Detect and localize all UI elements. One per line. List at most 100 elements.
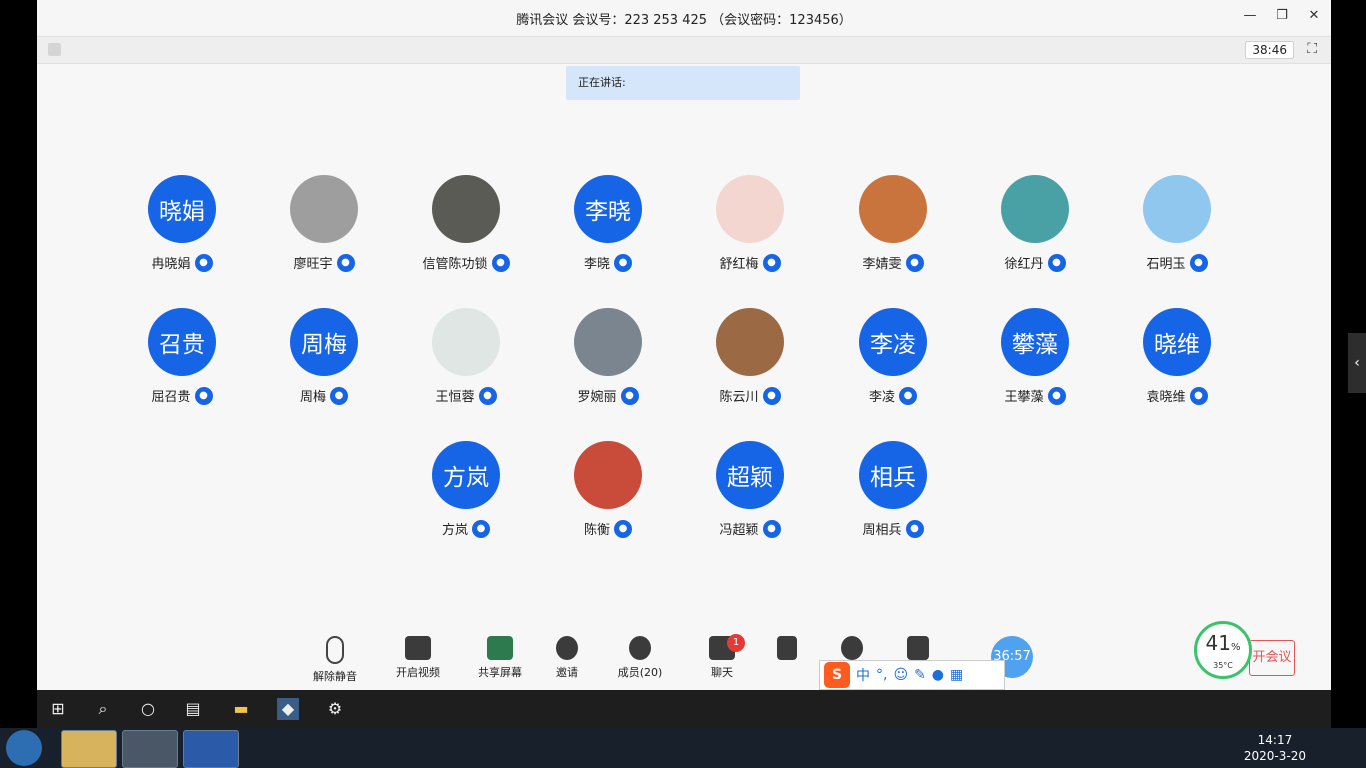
mic-icon: ● [614,253,632,272]
participant-name: 周梅 [299,390,326,405]
meeting-timer: 38:46 [1245,41,1294,59]
participant-name-row: 冯超颖 ● [679,519,821,538]
performance-gauge[interactable]: 41% 35°C [1194,621,1252,679]
invite-button[interactable]: 邀请 [532,636,602,680]
participant-tile[interactable]: 召贵 屈召贵 ● [111,308,253,408]
app-taskbar-icon[interactable] [122,730,178,768]
video-off-icon [405,636,431,660]
participant-name: 王恒蓉 [435,390,475,405]
ime-toolbar[interactable]: S 中 °, ☺ ✎ ● ▦ [819,660,1005,690]
participant-tile[interactable]: 李婧雯 ● [822,175,964,275]
tencent-meeting-icon[interactable]: ◆ [277,698,299,720]
title-bar: 腾讯会议 会议号：223 253 425 （会议密码：123456） — ❐ ✕ [37,0,1331,36]
participant-tile[interactable]: 王恒蓉 ● [395,308,537,408]
avatar: 晓维 [1143,308,1211,376]
document-button[interactable] [752,636,822,664]
minimize-button[interactable]: — [1243,8,1257,23]
participant-tile[interactable]: 李凌 李凌 ● [822,308,964,408]
participant-tile[interactable]: 李晓 李晓 ● [537,175,679,275]
participant-name: 袁晓维 [1146,390,1186,405]
participant-tile[interactable]: 石明玉 ● [1106,175,1248,275]
gauge-percent: 41 [1205,631,1231,655]
avatar [716,175,784,243]
share-screen-button[interactable]: 共享屏幕 [465,636,535,680]
participant-name-row: 方岚 ● [395,519,537,538]
participant-tile[interactable]: 超颖 冯超颖 ● [679,441,821,541]
participant-name: 陈云川 [719,390,759,405]
mic-icon: ● [899,386,917,405]
participant-tile[interactable]: 舒红梅 ● [679,175,821,275]
chat-button[interactable]: 聊天 1 [687,634,757,680]
system-clock[interactable]: 14:17 2020-3-20 [1244,732,1306,764]
participant-tile[interactable]: 罗婉丽 ● [537,308,679,408]
emoji-icon[interactable]: ☺ [893,667,908,683]
shield-icon[interactable] [48,43,61,56]
cortana-icon[interactable]: ○ [137,698,159,720]
members-button[interactable]: 成员(20) [605,636,675,680]
chat-badge: 1 [727,634,745,652]
video-label: 开启视频 [396,666,440,679]
participant-name: 陈衡 [583,523,610,538]
participant-tile[interactable]: 攀藻 王攀藻 ● [964,308,1106,408]
avatar: 晓娟 [148,175,216,243]
add-user-icon [556,636,578,660]
speaking-indicator: 正在讲话: [566,66,800,100]
gauge-temp: 35°C [1213,661,1233,670]
file-explorer-icon[interactable]: ▬ [230,698,252,720]
close-button[interactable]: ✕ [1307,8,1321,23]
participant-tile[interactable]: 陈衡 ● [537,441,679,541]
avatar [1143,175,1211,243]
participant-tile[interactable]: 周梅 周梅 ● [253,308,395,408]
search-icon[interactable]: ⌕ [92,698,114,720]
avatar: 方岚 [432,441,500,509]
participant-name-row: 王恒蓉 ● [395,386,537,405]
task-view-icon[interactable]: ▤ [182,698,204,720]
explorer-taskbar-icon[interactable] [61,730,117,768]
settings-icon[interactable]: ⚙ [324,698,346,720]
word-taskbar-icon[interactable] [183,730,239,768]
participant-tile[interactable]: 徐红丹 ● [964,175,1106,275]
avatar [574,441,642,509]
ime-mode[interactable]: 中 [856,665,870,685]
end-meeting-button[interactable]: 开会议 [1249,640,1295,676]
start-orb-icon[interactable] [6,730,42,766]
side-panel-toggle[interactable]: ‹ [1348,333,1366,393]
participant-name: 李凌 [868,390,895,405]
windows-start-icon[interactable]: ⊞ [47,698,69,720]
video-button[interactable]: 开启视频 [383,636,453,680]
participant-name-row: 陈云川 ● [679,386,821,405]
grid-icon[interactable]: ▦ [950,667,963,683]
participant-name: 舒红梅 [719,257,759,272]
participant-name-row: 陈衡 ● [537,519,679,538]
avatar [290,175,358,243]
avatar: 相兵 [859,441,927,509]
participant-name: 方岚 [441,523,468,538]
mic-muted-icon [326,636,344,664]
emoji-icon [841,636,863,660]
mic-icon: ● [762,253,781,272]
pen-icon[interactable]: ✎ [914,667,926,683]
mic-icon[interactable]: ● [932,667,944,683]
participant-name: 廖旺宇 [293,257,333,272]
unmute-button[interactable]: 解除静音 [300,636,370,684]
ime-punct[interactable]: °, [876,667,887,683]
participant-tile[interactable]: 晓娟 冉晓娟 ● [111,175,253,275]
fullscreen-icon[interactable]: ⛶ [1307,41,1317,57]
participant-name-row: 李晓 ● [537,253,679,272]
mic-icon: ● [194,253,213,272]
avatar: 李晓 [574,175,642,243]
meeting-window: 腾讯会议 会议号：223 253 425 （会议密码：123456） — ❐ ✕… [37,0,1331,690]
participant-tile[interactable]: 方岚 方岚 ● [395,441,537,541]
windows7-taskbar: 14:17 2020-3-20 [0,728,1366,768]
participant-tile[interactable]: 晓维 袁晓维 ● [1106,308,1248,408]
avatar: 周梅 [290,308,358,376]
participant-name: 李晓 [583,257,610,272]
participant-name: 李婧雯 [862,257,902,272]
restore-button[interactable]: ❐ [1275,8,1289,23]
participant-name: 徐红丹 [1004,257,1044,272]
participant-tile[interactable]: 相兵 周相兵 ● [822,441,964,541]
mic-icon: ● [762,386,781,405]
participant-tile[interactable]: 廖旺宇 ● [253,175,395,275]
participant-tile[interactable]: 信管陈功锁 ● [395,175,537,275]
participant-tile[interactable]: 陈云川 ● [679,308,821,408]
